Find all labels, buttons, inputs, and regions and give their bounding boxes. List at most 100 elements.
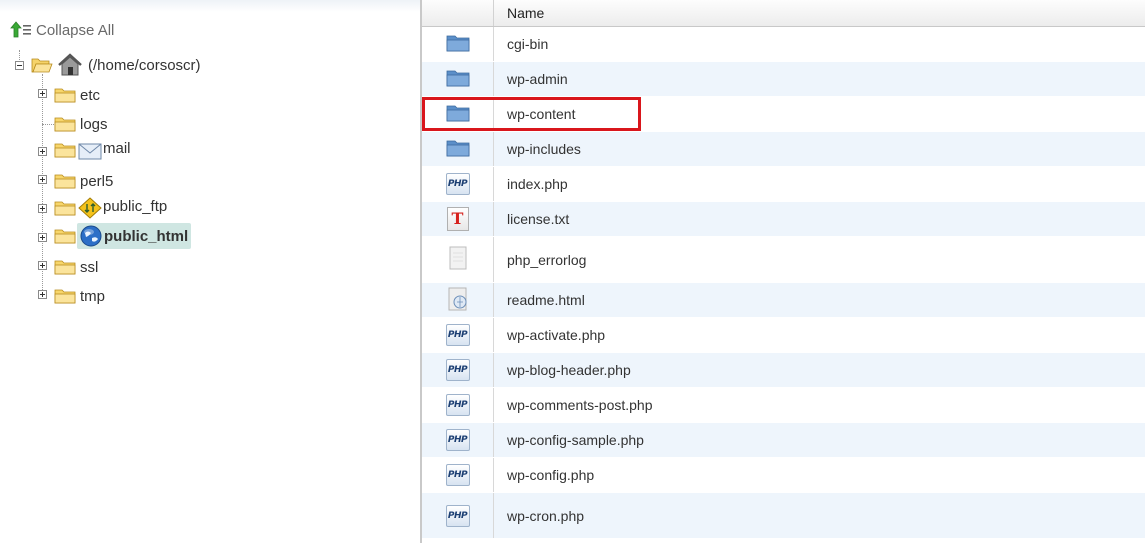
file-row-wp-admin[interactable]: wp-admin: [422, 61, 1145, 97]
file-name-cell[interactable]: wp-comments-post.php: [493, 387, 1145, 423]
php-file-icon: PHP: [445, 429, 470, 451]
file-name-cell[interactable]: index.php: [493, 166, 1145, 202]
file-type-icon-cell[interactable]: [422, 26, 494, 62]
tree-item-label: etc: [80, 86, 101, 104]
folder-icon: [54, 143, 76, 158]
file-row-wp-blog-header-php[interactable]: PHP wp-blog-header.php: [422, 352, 1145, 388]
text-file-icon-letter: T: [451, 209, 464, 228]
folder-icon: [446, 105, 469, 121]
file-row-wp-content[interactable]: wp-content: [422, 96, 1145, 132]
file-name-cell[interactable]: wp-config-sample.php: [493, 422, 1145, 458]
tree-item-label: tmp: [80, 287, 106, 305]
file-row-wp-config-sample-php[interactable]: PHP wp-config-sample.php: [422, 422, 1145, 458]
file-type-icon-cell[interactable]: PHP: [422, 317, 494, 353]
file-type-icon-cell[interactable]: T: [422, 201, 494, 237]
tree-root-item[interactable]: (/home/corsoscr): [31, 53, 201, 77]
folder-icon: [54, 117, 76, 132]
tree-item-ssl[interactable]: ssl: [54, 255, 98, 279]
tree-item-perl5[interactable]: perl5: [54, 169, 113, 193]
file-name-cell[interactable]: readme.html: [493, 282, 1145, 318]
file-type-icon-cell[interactable]: [422, 61, 494, 97]
file-name-cell[interactable]: php_errorlog: [493, 236, 1145, 283]
file-type-icon-cell[interactable]: PHP: [422, 422, 494, 458]
file-name-cell[interactable]: license.txt: [493, 201, 1145, 237]
file-row-wp-cron-php[interactable]: PHP wp-cron.php: [422, 492, 1145, 539]
collapse-all-label: Collapse All: [36, 21, 115, 39]
file-row-license-txt[interactable]: Tlicense.txt: [422, 201, 1145, 237]
tree-item-label: perl5: [80, 172, 114, 190]
expand-toggle-public-html[interactable]: [38, 233, 47, 242]
file-name-cell[interactable]: cgi-bin: [493, 26, 1145, 62]
file-type-icon-cell[interactable]: [422, 282, 494, 318]
expand-toggle-ssl[interactable]: [38, 261, 47, 270]
tree-item-logs[interactable]: logs: [54, 112, 108, 136]
tree-item-label: public_html: [104, 227, 189, 245]
tree-connector: [19, 50, 20, 60]
folder-icon: [54, 201, 76, 216]
file-type-icon-cell[interactable]: [422, 96, 494, 132]
folder-icon: [54, 260, 76, 275]
php-file-icon: PHP: [445, 324, 470, 346]
expand-toggle-tmp[interactable]: [38, 290, 47, 299]
php-file-icon: PHP: [445, 394, 470, 416]
folder-icon: [446, 70, 469, 86]
text-file-icon: T: [446, 207, 469, 231]
tree-item-tmp[interactable]: tmp: [54, 284, 105, 308]
file-type-icon-cell[interactable]: PHP: [422, 352, 494, 388]
tree-item-label: mail: [103, 139, 131, 157]
tree-item-public-ftp[interactable]: public_ftp: [54, 196, 167, 220]
tree-item-label: ssl: [80, 258, 99, 276]
file-type-icon-cell[interactable]: [422, 236, 494, 283]
tree-connector: [42, 124, 54, 125]
file-name-cell[interactable]: wp-cron.php: [493, 492, 1145, 539]
file-row-cgi-bin[interactable]: cgi-bin: [422, 26, 1145, 62]
name-column-header[interactable]: Name: [493, 0, 1145, 27]
selected-item-highlight: public_html: [77, 223, 192, 249]
file-name-cell[interactable]: wp-admin: [493, 61, 1145, 97]
folder-icon: [54, 174, 76, 189]
table-header-row: Name: [422, 0, 1145, 27]
file-name-cell[interactable]: wp-includes: [493, 131, 1145, 167]
file-name-cell[interactable]: wp-config.php: [493, 457, 1145, 493]
tree-item-mail[interactable]: mail: [54, 138, 131, 162]
collapse-up-arrow-icon: [10, 21, 31, 38]
tree-item-label: logs: [80, 115, 108, 133]
file-row-wp-comments-post-php[interactable]: PHP wp-comments-post.php: [422, 387, 1145, 423]
file-table: Name cgi-bin wp-admin wp-content wp-include…: [422, 0, 1145, 539]
expand-toggle-etc[interactable]: [38, 89, 47, 98]
tree-item-label: public_ftp: [103, 197, 168, 215]
ftp-transfer-icon: [78, 197, 102, 219]
file-row-php-errorlog[interactable]: php_errorlog: [422, 236, 1145, 283]
open-folder-icon: [31, 58, 53, 73]
file-name-cell[interactable]: wp-content: [493, 96, 1145, 132]
file-type-icon-cell[interactable]: PHP: [422, 457, 494, 493]
file-name-cell[interactable]: wp-activate.php: [493, 317, 1145, 353]
file-type-icon-cell[interactable]: PHP: [422, 492, 494, 539]
file-row-wp-activate-php[interactable]: PHP wp-activate.php: [422, 317, 1145, 353]
file-row-wp-includes[interactable]: wp-includes: [422, 131, 1145, 167]
expand-toggle-public-ftp[interactable]: [38, 204, 47, 213]
expand-toggle-perl5[interactable]: [38, 175, 47, 184]
folder-icon: [54, 229, 76, 244]
collapse-all-button[interactable]: Collapse All: [10, 20, 114, 40]
file-name-cell[interactable]: wp-blog-header.php: [493, 352, 1145, 388]
expand-toggle-mail[interactable]: [38, 147, 47, 156]
file-type-icon-cell[interactable]: [422, 131, 494, 167]
html-file-icon: [448, 287, 466, 310]
home-icon: [58, 53, 82, 76]
icon-column-header[interactable]: [422, 0, 494, 27]
php-file-icon: PHP: [445, 173, 470, 195]
mail-icon: [78, 143, 102, 160]
folder-icon: [446, 35, 469, 51]
panel-top-gradient: [0, 0, 420, 12]
php-file-icon: PHP: [445, 464, 470, 486]
tree-item-public-html[interactable]: public_html: [54, 223, 192, 249]
root-collapse-toggle[interactable]: [15, 61, 24, 70]
file-row-wp-config-php[interactable]: PHP wp-config.php: [422, 457, 1145, 493]
globe-icon: [80, 225, 102, 247]
file-type-icon-cell[interactable]: PHP: [422, 166, 494, 202]
tree-item-etc[interactable]: etc: [54, 83, 100, 107]
file-row-index-php[interactable]: PHP index.php: [422, 166, 1145, 202]
file-type-icon-cell[interactable]: PHP: [422, 387, 494, 423]
file-row-readme-html[interactable]: readme.html: [422, 282, 1145, 318]
